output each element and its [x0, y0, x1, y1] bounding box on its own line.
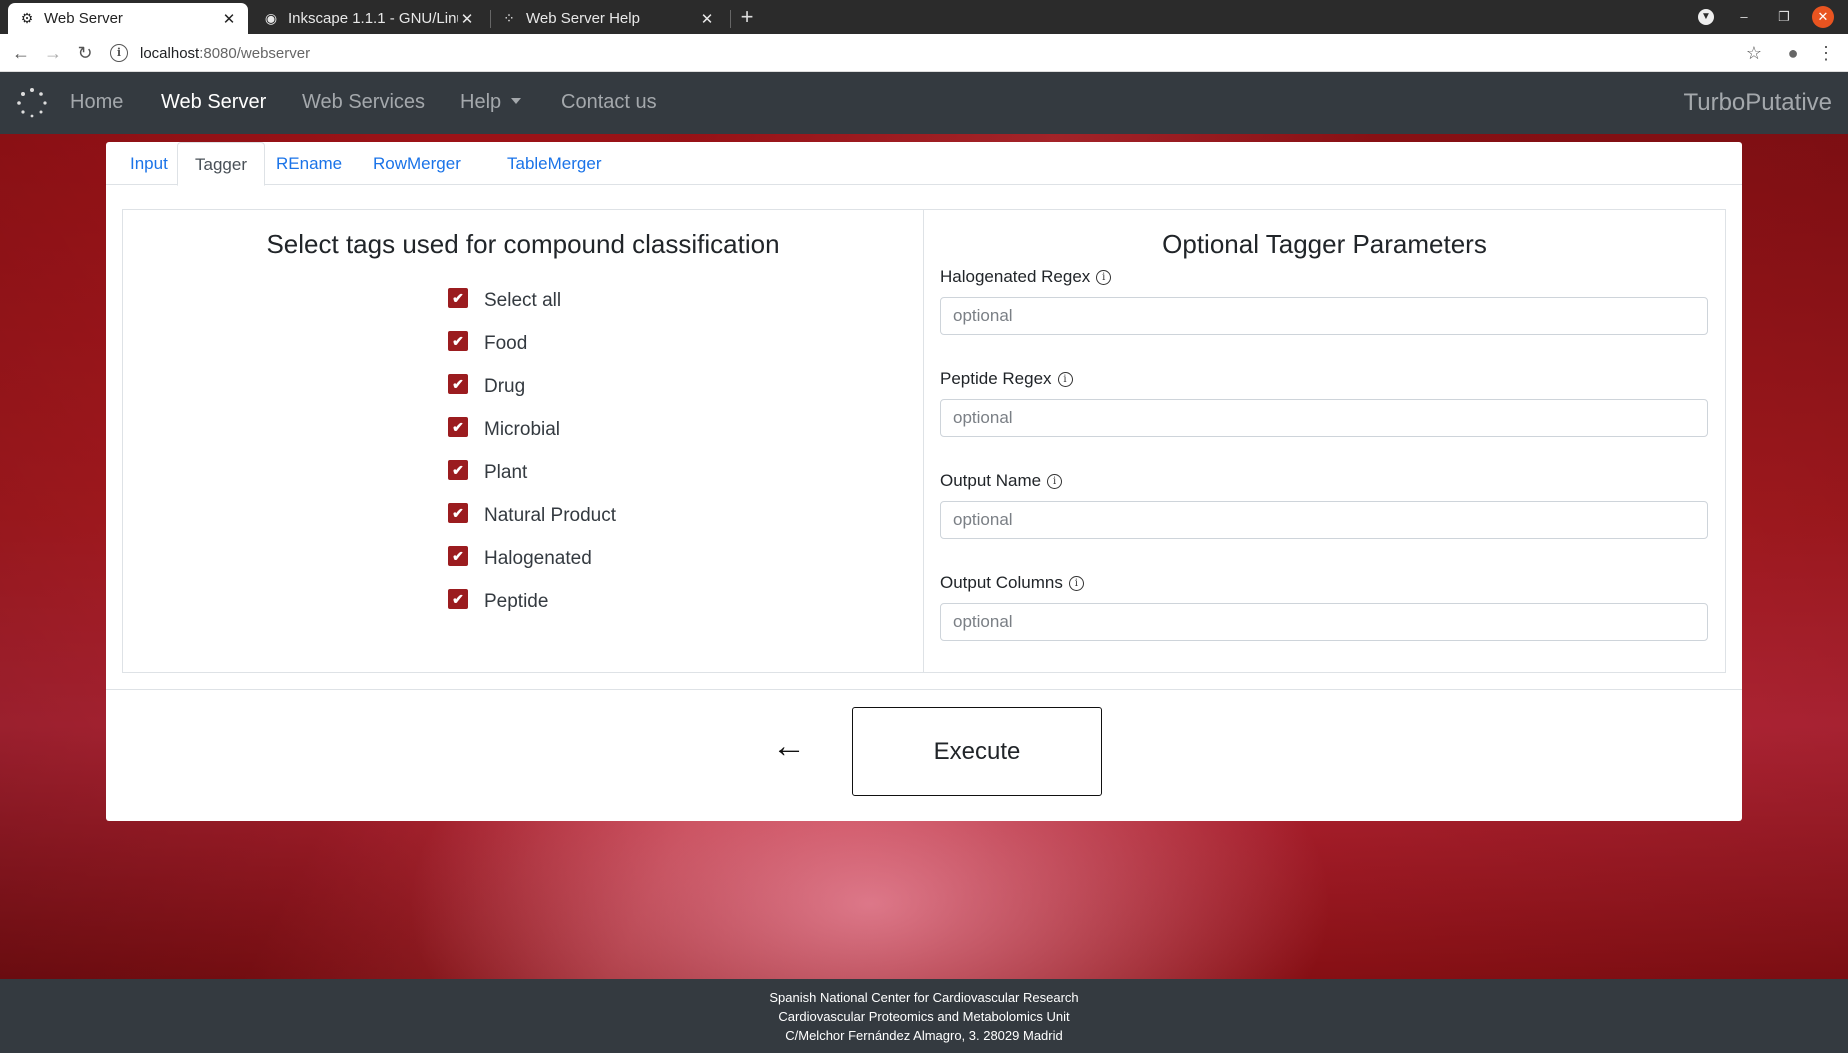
reload-icon[interactable]: ↻: [73, 41, 97, 65]
nav-help-dropdown[interactable]: Help: [460, 91, 522, 114]
tags-panel-title: Select tags used for compound classifica…: [266, 229, 780, 259]
browser-tab-title: Inkscape 1.1.1 - GNU/Linux: [288, 10, 458, 27]
tool-tabs: Input Tagger REname RowMerger TableMerge…: [106, 142, 1742, 186]
peptide-regex-label-text: Peptide Regex: [940, 369, 1052, 388]
nav-web-services[interactable]: Web Services: [302, 91, 425, 114]
info-icon[interactable]: i: [1047, 473, 1063, 489]
info-icon[interactable]: i: [1096, 269, 1112, 285]
checkbox-microbial[interactable]: ✔: [448, 417, 468, 437]
checkbox-halogenated[interactable]: ✔: [448, 546, 468, 566]
output-columns-label-text: Output Columns: [940, 573, 1063, 592]
profile-icon[interactable]: ●: [1781, 41, 1805, 65]
tool-card: Input Tagger REname RowMerger TableMerge…: [106, 142, 1742, 821]
close-tab-icon[interactable]: ✕: [698, 10, 716, 28]
peptide-regex-label: Peptide Regex i: [940, 369, 1073, 389]
nav-contact-us[interactable]: Contact us: [561, 91, 657, 114]
checkbox-row-peptide[interactable]: ✔ Peptide: [448, 587, 548, 617]
browser-tab-title: Web Server Help: [526, 10, 640, 27]
checkbox-label: Food: [484, 333, 528, 354]
browser-tab-inkscape[interactable]: ◉ Inkscape 1.1.1 - GNU/Linux ✕: [252, 3, 486, 34]
checkbox-label: Drug: [484, 376, 526, 397]
halogenated-regex-label-text: Halogenated Regex: [940, 267, 1091, 286]
close-tab-icon[interactable]: ✕: [220, 10, 238, 28]
output-columns-input[interactable]: [940, 603, 1708, 641]
checkbox-peptide[interactable]: ✔: [448, 589, 468, 609]
gear-icon: ⚙: [20, 10, 34, 26]
parameters-panel-title: Optional Tagger Parameters: [1162, 229, 1487, 259]
nav-help-label: Help: [460, 91, 502, 113]
checkbox-row-halogenated[interactable]: ✔ Halogenated: [448, 544, 592, 574]
checkbox-row-food[interactable]: ✔ Food: [448, 329, 527, 359]
parameters-panel: Optional Tagger Parameters Halogenated R…: [923, 209, 1726, 673]
tab-rowmerger[interactable]: RowMerger: [356, 142, 478, 185]
back-arrow-icon[interactable]: ←: [772, 727, 806, 766]
browser-tab-web-server[interactable]: ⚙ Web Server ✕: [8, 3, 248, 34]
github-icon: ◉: [264, 10, 278, 26]
checkbox-label: Microbial: [484, 419, 561, 440]
spinner-icon: ⁘: [503, 10, 515, 26]
browser-toolbar: ← → ↻ i localhost:8080/webserver ☆ ● ⋮: [0, 34, 1848, 72]
output-name-label: Output Name i: [940, 471, 1063, 491]
brand-name[interactable]: TurboPutative: [1683, 89, 1832, 117]
nav-home[interactable]: Home: [70, 91, 123, 114]
kebab-menu-icon[interactable]: ⋮: [1814, 41, 1838, 65]
checkbox-select-all[interactable]: ✔: [448, 288, 468, 308]
tab-tablemerger[interactable]: TableMerger: [490, 142, 619, 185]
checkbox-row-select-all[interactable]: ✔ Select all: [448, 286, 561, 316]
tab-rename[interactable]: REname: [259, 142, 359, 185]
back-icon[interactable]: ←: [9, 41, 33, 65]
address-bar[interactable]: i localhost:8080/webserver: [110, 39, 1760, 67]
execute-button[interactable]: Execute: [852, 707, 1102, 796]
info-icon[interactable]: i: [1068, 575, 1084, 591]
tab-search-icon[interactable]: ▼: [1698, 9, 1714, 25]
checkbox-row-drug[interactable]: ✔ Drug: [448, 372, 525, 402]
peptide-regex-input[interactable]: [940, 399, 1708, 437]
close-tab-icon[interactable]: ✕: [458, 10, 476, 28]
url-host: localhost: [140, 44, 200, 62]
site-footer: Spanish National Center for Cardiovascul…: [0, 979, 1848, 1053]
checkbox-row-plant[interactable]: ✔ Plant: [448, 458, 527, 488]
footer-line-institution: Spanish National Center for Cardiovascul…: [769, 990, 1079, 1005]
checkbox-drug[interactable]: ✔: [448, 374, 468, 394]
halogenated-regex-input[interactable]: [940, 297, 1708, 335]
tags-panel: Select tags used for compound classifica…: [122, 209, 924, 673]
checkbox-label: Select all: [484, 290, 562, 311]
checkbox-label: Natural Product: [484, 505, 617, 526]
checkbox-food[interactable]: ✔: [448, 331, 468, 351]
site-info-icon[interactable]: i: [110, 44, 128, 62]
site-navbar: Home Web Server Web Services Help Contac…: [0, 72, 1848, 134]
footer-line-address: C/Melchor Fernández Almagro, 3. 28029 Ma…: [785, 1028, 1063, 1043]
footer-line-unit: Cardiovascular Proteomics and Metabolomi…: [778, 1009, 1070, 1024]
tab-separator: [730, 10, 731, 28]
checkbox-label: Peptide: [484, 591, 549, 612]
output-name-label-text: Output Name: [940, 471, 1042, 490]
window-close-icon[interactable]: ✕: [1812, 6, 1834, 28]
checkbox-label: Halogenated: [484, 548, 592, 569]
info-icon[interactable]: i: [1057, 371, 1073, 387]
nav-web-server[interactable]: Web Server: [161, 91, 266, 114]
card-divider: [106, 689, 1742, 690]
halogenated-regex-label: Halogenated Regex i: [940, 267, 1112, 287]
browser-tab-help[interactable]: ⁘ Web Server Help ✕: [490, 3, 726, 34]
caret-down-icon: [511, 98, 522, 104]
output-name-input[interactable]: [940, 501, 1708, 539]
forward-icon[interactable]: →: [41, 41, 65, 65]
bookmark-star-icon[interactable]: ☆: [1742, 41, 1766, 65]
browser-tab-title: Web Server: [44, 10, 123, 27]
output-columns-label: Output Columns i: [940, 573, 1084, 593]
tab-input[interactable]: Input: [113, 142, 185, 185]
browser-tab-strip: ⚙ Web Server ✕ ◉ Inkscape 1.1.1 - GNU/Li…: [0, 0, 1848, 34]
tab-tagger[interactable]: Tagger: [177, 142, 265, 186]
checkbox-row-natural-product[interactable]: ✔ Natural Product: [448, 501, 616, 531]
new-tab-button[interactable]: +: [736, 3, 758, 31]
checkbox-plant[interactable]: ✔: [448, 460, 468, 480]
url-path: :8080/webserver: [199, 44, 311, 62]
minimize-icon[interactable]: –: [1733, 6, 1755, 28]
spinner-logo-icon[interactable]: [16, 87, 48, 119]
checkbox-label: Plant: [484, 462, 528, 483]
checkbox-natural-product[interactable]: ✔: [448, 503, 468, 523]
restore-icon[interactable]: ❐: [1773, 6, 1795, 28]
checkbox-row-microbial[interactable]: ✔ Microbial: [448, 415, 560, 445]
